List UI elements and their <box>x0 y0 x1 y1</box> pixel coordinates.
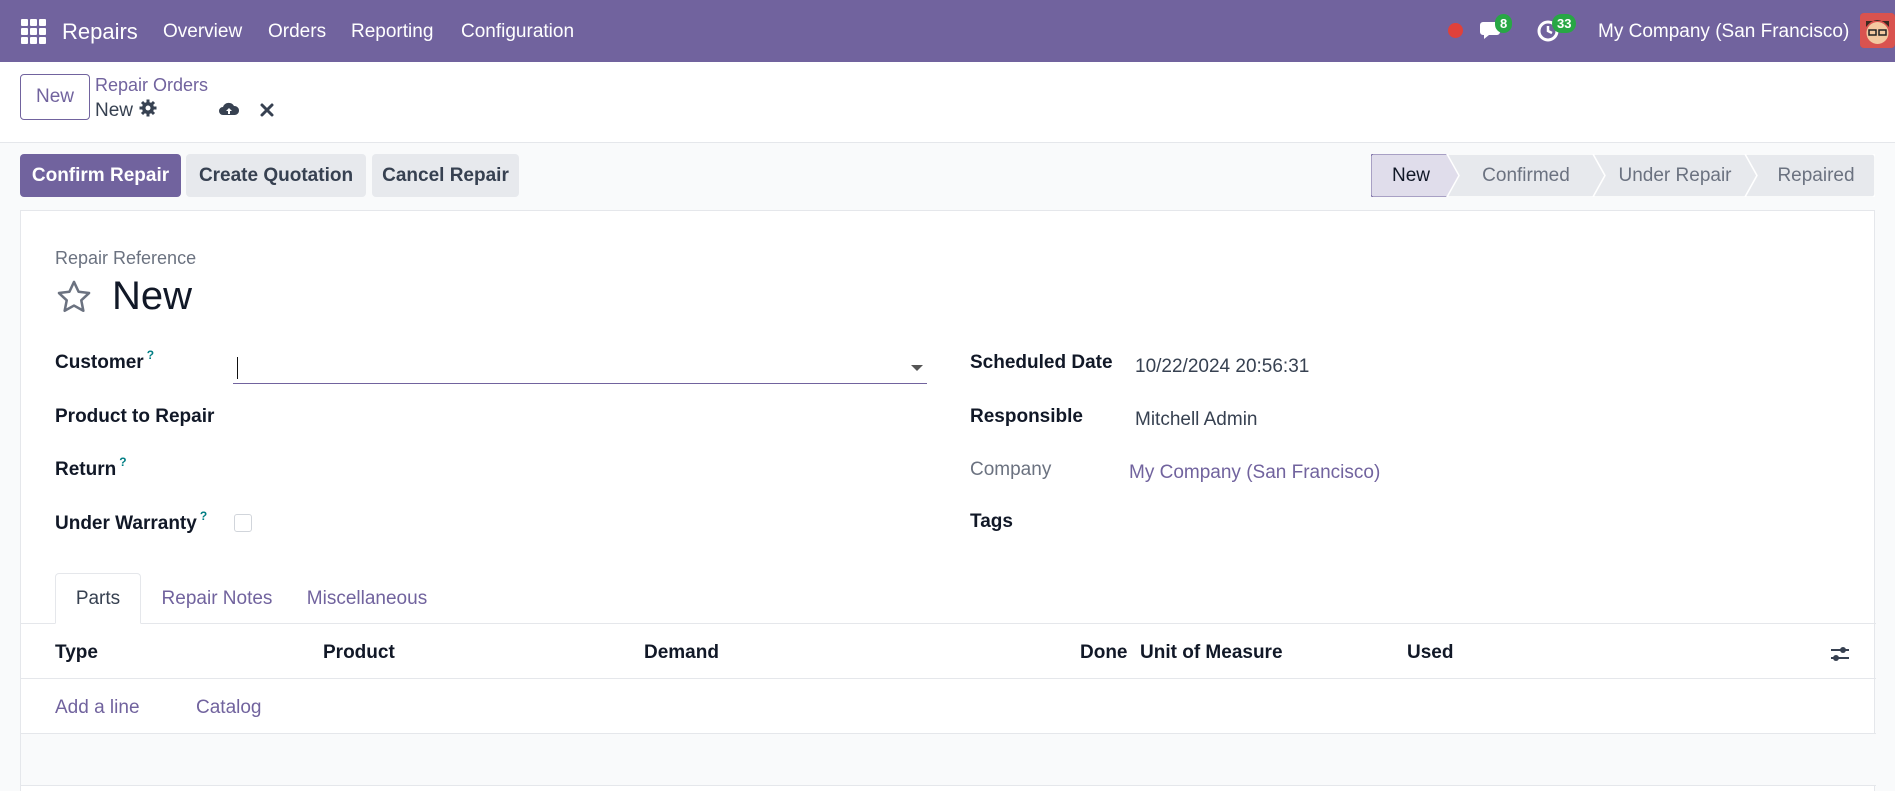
stage-under-repair[interactable]: Under Repair <box>1605 154 1745 197</box>
return-label: Return? <box>55 455 127 480</box>
under-warranty-checkbox[interactable] <box>234 514 252 532</box>
cloud-upload-icon[interactable] <box>218 99 240 121</box>
confirm-repair-button[interactable]: Confirm Repair <box>20 154 181 197</box>
chevron-down-icon[interactable] <box>911 365 923 371</box>
activities-badge: 33 <box>1552 14 1577 33</box>
column-unit-of-measure[interactable]: Unit of Measure <box>1140 642 1283 664</box>
menu-reporting[interactable]: Reporting <box>351 21 433 43</box>
star-icon[interactable] <box>55 278 93 316</box>
breadcrumb-current-label: New <box>95 100 134 121</box>
breadcrumb-repair-orders[interactable]: Repair Orders <box>95 75 208 96</box>
catalog-link[interactable]: Catalog <box>196 697 262 719</box>
empty-table-row <box>21 734 1876 786</box>
customer-label: Customer? <box>55 348 155 373</box>
stage-repaired[interactable]: Repaired <box>1757 154 1875 197</box>
top-navbar: Repairs Overview Orders Reporting Config… <box>0 0 1895 62</box>
responsible-field[interactable]: Mitchell Admin <box>1135 409 1258 431</box>
column-used[interactable]: Used <box>1407 642 1453 664</box>
stage-confirmed[interactable]: Confirmed <box>1459 154 1593 197</box>
breadcrumb-current: New <box>95 99 157 123</box>
company-label: Company <box>970 459 1052 480</box>
responsible-label: Responsible <box>970 406 1083 427</box>
control-panel: New Repair Orders New <box>0 62 1895 143</box>
app-name[interactable]: Repairs <box>62 19 138 45</box>
stage-new[interactable]: New <box>1371 154 1451 197</box>
gear-icon[interactable] <box>139 99 157 123</box>
customer-input[interactable] <box>233 349 927 384</box>
apps-menu-icon[interactable] <box>21 19 46 44</box>
user-avatar[interactable] <box>1860 13 1895 48</box>
column-product[interactable]: Product <box>323 642 395 664</box>
status-row: Confirm Repair Create Quotation Cancel R… <box>0 143 1895 207</box>
company-field[interactable]: My Company (San Francisco) <box>1129 462 1380 484</box>
messages-badge: 8 <box>1495 14 1513 33</box>
column-done[interactable]: Done <box>1080 642 1128 664</box>
record-title[interactable]: New <box>112 274 192 319</box>
scheduled-date-field[interactable]: 10/22/2024 20:56:31 <box>1135 356 1309 378</box>
tab-miscellaneous[interactable]: Miscellaneous <box>293 573 441 624</box>
tab-parts[interactable]: Parts <box>55 573 141 624</box>
new-button[interactable]: New <box>20 74 90 120</box>
menu-overview[interactable]: Overview <box>163 21 242 43</box>
repair-reference-label: Repair Reference <box>55 248 197 268</box>
column-demand[interactable]: Demand <box>644 642 719 664</box>
tab-repair-notes[interactable]: Repair Notes <box>141 573 293 624</box>
under-warranty-label: Under Warranty? <box>55 509 208 534</box>
menu-orders[interactable]: Orders <box>268 21 326 43</box>
optional-columns-icon[interactable] <box>1829 643 1851 665</box>
create-quotation-button[interactable]: Create Quotation <box>186 154 366 197</box>
product-to-repair-label: Product to Repair <box>55 406 215 427</box>
discard-icon[interactable] <box>256 99 278 121</box>
cancel-repair-button[interactable]: Cancel Repair <box>372 154 519 197</box>
add-line-link[interactable]: Add a line <box>55 697 140 719</box>
scheduled-date-label: Scheduled Date <box>970 352 1113 373</box>
tags-label: Tags <box>970 511 1013 532</box>
company-switcher[interactable]: My Company (San Francisco) <box>1598 21 1849 43</box>
record-indicator-icon[interactable] <box>1448 23 1463 38</box>
menu-configuration[interactable]: Configuration <box>461 21 574 43</box>
form-sheet: Repair Reference New Customer? Product t… <box>20 210 1876 791</box>
column-type[interactable]: Type <box>55 642 98 664</box>
